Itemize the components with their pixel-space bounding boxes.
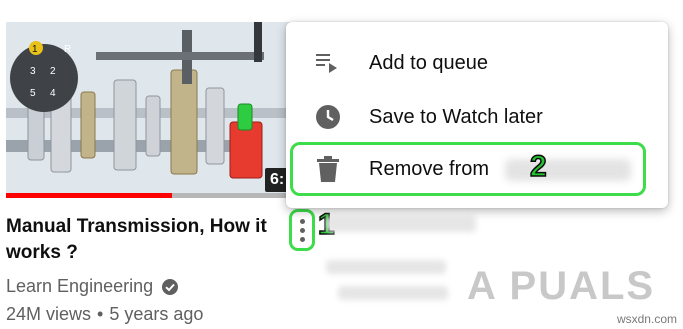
gear-label-3: 3 — [30, 66, 36, 77]
channel-row[interactable]: Learn Engineering — [6, 276, 179, 297]
video-title[interactable]: Manual Transmission, How it works ? — [6, 214, 288, 266]
menu-item-label: Save to Watch later — [369, 105, 543, 128]
gear-label-5: 5 — [30, 88, 36, 99]
gear-label-2: 2 — [50, 66, 56, 77]
clock-icon — [314, 103, 342, 131]
blurred-playlist-name — [505, 159, 631, 181]
watch-progress-bar — [6, 193, 293, 198]
queue-icon — [314, 49, 342, 77]
menu-item-label: Remove from — [369, 157, 490, 180]
channel-name[interactable]: Learn Engineering — [6, 276, 153, 297]
menu-item-add-to-queue[interactable]: Add to queue — [286, 36, 668, 90]
more-vert-icon-dot — [299, 236, 305, 242]
more-actions-button[interactable] — [289, 209, 315, 251]
blurred-content — [326, 216, 476, 232]
video-thumbnail[interactable]: 1 3 5 2 4 R — [6, 22, 293, 198]
video-context-menu: Add to queue Save to Watch later Remove … — [286, 22, 668, 208]
verified-badge-icon — [161, 278, 179, 296]
watermark-text: A PUALS — [467, 263, 656, 308]
gear-label-1: 1 — [32, 44, 38, 55]
menu-item-label: Add to queue — [369, 51, 488, 74]
gear-label-r: R — [64, 44, 71, 55]
site-watermark: wsxdn.com — [616, 312, 677, 326]
blurred-content — [338, 286, 448, 300]
gear-label-4: 4 — [50, 88, 56, 99]
trash-icon — [314, 155, 342, 183]
watermark-logo: A PUALS — [467, 262, 679, 310]
upload-age: 5 years ago — [109, 304, 204, 324]
more-vert-icon — [299, 218, 305, 224]
more-vert-icon-dot — [299, 227, 305, 233]
transmission-illustration: 1 3 5 2 4 R — [6, 22, 293, 198]
blurred-content — [326, 260, 446, 274]
stats-separator: • — [97, 304, 104, 324]
menu-item-save-watch-later[interactable]: Save to Watch later — [286, 90, 668, 144]
menu-item-remove-from[interactable]: Remove from — [290, 142, 646, 196]
view-count: 24M views — [6, 304, 92, 324]
step-2-annotation: 2 — [529, 149, 547, 184]
watch-progress-fill — [6, 193, 173, 198]
video-stats: 24M views • 5 years ago — [6, 304, 203, 325]
